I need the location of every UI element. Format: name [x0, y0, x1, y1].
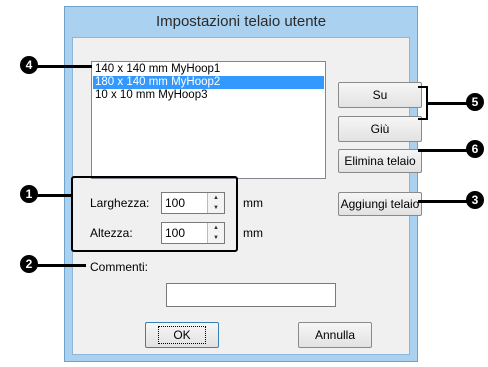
callout-marker-1: 1	[20, 185, 38, 203]
cancel-button[interactable]: Annulla	[298, 322, 372, 348]
comment-field[interactable]	[166, 283, 336, 307]
hoop-list-item-selected[interactable]: 180 x 140 mm MyHoop2	[93, 76, 324, 89]
move-up-button[interactable]: Su	[338, 82, 422, 108]
callout-2-line	[36, 264, 86, 267]
comment-input[interactable]	[167, 284, 335, 306]
width-unit: mm	[243, 196, 263, 210]
hoop-listbox[interactable]: 140 x 140 mm MyHoop1 180 x 140 mm MyHoop…	[91, 61, 326, 179]
hoop-list-item[interactable]: 10 x 10 mm MyHoop3	[93, 89, 324, 102]
callout-1-line	[36, 194, 71, 197]
hoop-list-item[interactable]: 140 x 140 mm MyHoop1	[93, 63, 324, 76]
callout-marker-2: 2	[20, 255, 38, 273]
height-unit: mm	[243, 226, 263, 240]
delete-hoop-button[interactable]: Elimina telaio	[338, 149, 422, 173]
add-hoop-button[interactable]: Aggiungi telaio	[338, 192, 422, 216]
size-fields-callout-frame	[71, 176, 238, 252]
comment-label: Commenti:	[90, 260, 149, 274]
callout-marker-6: 6	[466, 140, 484, 158]
callout-marker-4: 4	[20, 56, 38, 74]
ok-button[interactable]: OK	[145, 322, 219, 348]
callout-4-line	[36, 65, 92, 68]
callout-marker-3: 3	[466, 191, 484, 209]
callout-marker-5: 5	[466, 93, 484, 111]
dialog-title: Impostazioni telaio utente	[155, 13, 327, 30]
move-down-button[interactable]: Giù	[338, 116, 422, 142]
callout-3-line	[418, 200, 468, 203]
callout-5-bracket	[418, 86, 428, 120]
ok-button-label: OK	[158, 326, 206, 344]
callout-6-line	[418, 149, 468, 152]
callout-5-line	[428, 102, 468, 105]
